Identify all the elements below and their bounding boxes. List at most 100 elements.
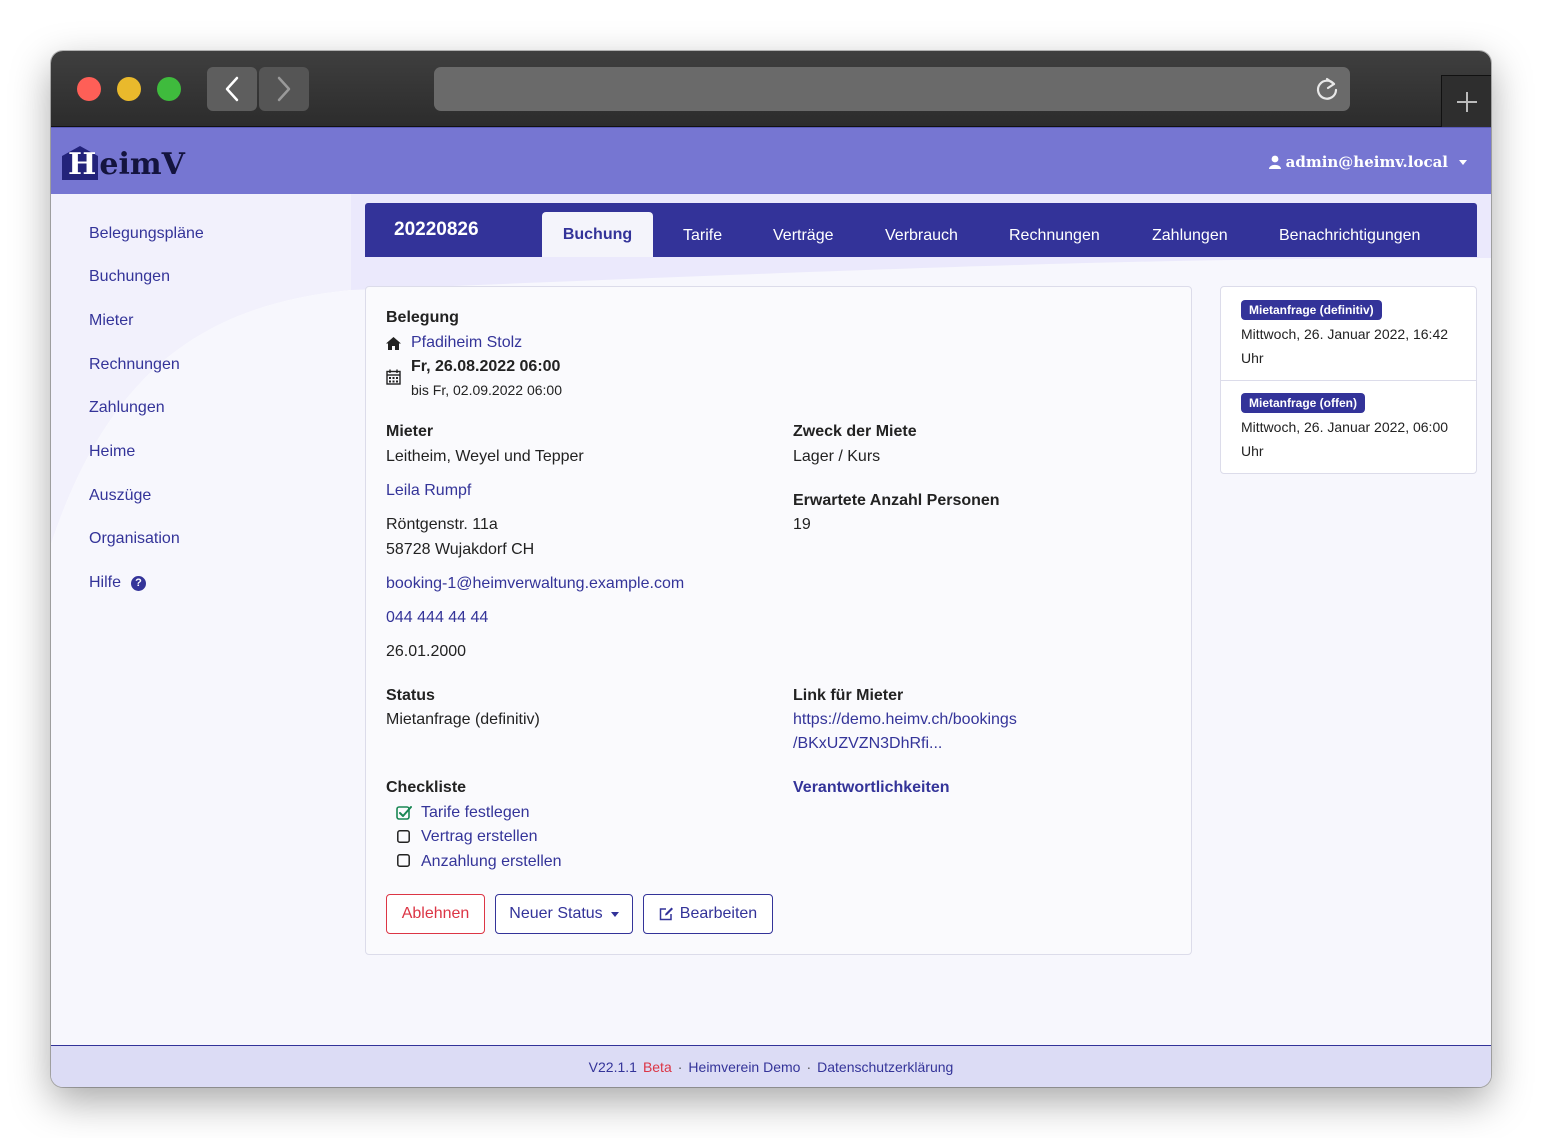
sidebar-item-label: Belegungspläne <box>89 225 204 242</box>
purpose-value: Lager / Kurs <box>793 448 881 465</box>
tab-verbrauch[interactable]: Verbrauch <box>885 227 958 245</box>
tenant-email-link[interactable]: booking-1@heimverwaltung.example.com <box>386 575 684 593</box>
sidebar-item-label: Zahlungen <box>89 399 165 416</box>
checklist-item-link[interactable]: Vertrag erstellen <box>421 828 538 846</box>
edit-button[interactable]: Bearbeiten <box>643 894 773 934</box>
occupancy-end: bis Fr, 02.09.2022 06:00 <box>411 382 562 398</box>
tenant-link-label: Link für Mieter <box>793 687 904 704</box>
new-status-button-label: Neuer Status <box>509 905 603 922</box>
forward-button[interactable] <box>259 67 309 111</box>
log-timestamp-line1: Mittwoch, 26. Januar 2022, 06:00 <box>1241 419 1449 435</box>
logo-text-rest: eimV <box>99 147 185 182</box>
sidebar-item-hilfe[interactable]: Hilfe ? <box>89 574 147 592</box>
sidebar-item-buchungen[interactable]: Buchungen <box>89 268 170 286</box>
sidebar-item-label: Heime <box>89 443 136 460</box>
reload-icon[interactable] <box>1314 76 1340 102</box>
status-badge: Mietanfrage (definitiv) <box>1241 300 1382 320</box>
address-bar[interactable] <box>434 67 1350 111</box>
sidebar-item-organisation[interactable]: Organisation <box>89 530 180 548</box>
home-icon <box>386 337 401 350</box>
tab-zahlungen[interactable]: Zahlungen <box>1152 227 1228 245</box>
sidebar-item-label: Organisation <box>89 530 180 547</box>
footer-separator: · <box>677 1058 683 1075</box>
log-timestamp-line1: Mittwoch, 26. Januar 2022, 16:42 <box>1241 326 1449 342</box>
log-timestamp: Mittwoch, 26. Januar 2022, 16:42 Uhr <box>1241 322 1456 370</box>
main-content: 20220826 Buchung Tarife Verträge Verbrau… <box>351 194 1491 1045</box>
tenant-name-link[interactable]: Leila Rumpf <box>386 482 471 500</box>
sidebar-item-belegungsplaene[interactable]: Belegungspläne <box>89 225 204 243</box>
chevron-right-icon <box>277 76 291 102</box>
log-timestamp-line2: Uhr <box>1241 443 1264 459</box>
version-text: V22.1.1 <box>588 1058 637 1075</box>
user-menu[interactable]: admin@heimv.local <box>1268 153 1467 171</box>
plus-icon <box>1456 91 1477 112</box>
tab-vertraege[interactable]: Verträge <box>773 227 833 245</box>
caret-down-icon <box>610 911 619 917</box>
heimv-logo[interactable]: H eimV <box>62 144 185 182</box>
user-icon <box>1268 155 1281 169</box>
sidebar-item-label: Rechnungen <box>89 356 180 373</box>
reject-button-label: Ablehnen <box>401 905 470 922</box>
tenant-phone-link[interactable]: 044 444 44 44 <box>386 609 488 627</box>
reject-button[interactable]: Ablehnen <box>386 894 485 934</box>
chevron-left-icon <box>225 76 239 102</box>
sidebar-item-heime[interactable]: Heime <box>89 443 135 461</box>
back-button[interactable] <box>207 67 257 111</box>
privacy-link[interactable]: Datenschutzerklärung <box>817 1059 953 1075</box>
log-timestamp: Mittwoch, 26. Januar 2022, 06:00 Uhr <box>1241 415 1456 463</box>
sidebar-item-zahlungen[interactable]: Zahlungen <box>89 399 165 417</box>
tenant-link-line2[interactable]: /BKxUZVZN3DhRfi... <box>793 735 942 753</box>
logo-letter-h: H <box>68 147 97 182</box>
close-window-button[interactable] <box>77 77 101 101</box>
browser-titlebar <box>51 51 1491 127</box>
persons-label: Erwartete Anzahl Personen <box>793 492 1000 509</box>
user-email: admin@heimv.local <box>1285 153 1448 171</box>
home-link[interactable]: Pfadiheim Stolz <box>411 334 522 352</box>
tenant-link-line1[interactable]: https://demo.heimv.ch/bookings <box>793 711 1017 729</box>
log-entry: Mietanfrage (definitiv) Mittwoch, 26. Ja… <box>1221 300 1476 370</box>
tenant-city: 58728 Wujakdorf CH <box>386 541 535 558</box>
browser-window: H eimV admin@heimv.local Belegungspläne … <box>51 51 1491 1087</box>
log-divider <box>1221 380 1476 381</box>
app-navbar: H eimV admin@heimv.local <box>51 127 1491 194</box>
checklist-item-link[interactable]: Anzahlung erstellen <box>421 853 562 871</box>
tenant-birthdate: 26.01.2000 <box>386 643 467 660</box>
tenant-street: Röntgenstr. 11a <box>386 516 498 533</box>
sidebar-item-rechnungen[interactable]: Rechnungen <box>89 356 180 374</box>
sidebar: Belegungspläne Buchungen Mieter Rechnung… <box>51 194 351 1045</box>
organisation-link[interactable]: Heimverein Demo <box>688 1059 800 1075</box>
sidebar-item-mieter[interactable]: Mieter <box>89 312 133 330</box>
checklist-label: Checkliste <box>386 779 467 796</box>
maximize-window-button[interactable] <box>157 77 181 101</box>
status-label: Status <box>386 687 435 704</box>
beta-badge: Beta <box>642 1058 672 1075</box>
new-tab-button[interactable] <box>1441 75 1491 127</box>
edit-icon <box>659 907 673 921</box>
log-timestamp-line2: Uhr <box>1241 350 1264 366</box>
purpose-label: Zweck der Miete <box>793 423 917 440</box>
tab-tarife[interactable]: Tarife <box>683 227 722 245</box>
new-status-button[interactable]: Neuer Status <box>495 894 633 934</box>
tenant-organisation: Leitheim, Weyel und Tepper <box>386 448 584 465</box>
sidebar-item-auszuege[interactable]: Auszüge <box>89 487 151 505</box>
sidebar-item-label: Mieter <box>89 312 134 329</box>
footer-separator: · <box>806 1058 812 1075</box>
calendar-icon <box>386 369 401 385</box>
responsibilities-link[interactable]: Verantwortlichkeiten <box>793 779 950 797</box>
checklist-item-link[interactable]: Tarife festlegen <box>421 804 530 822</box>
question-circle-icon: ? <box>131 575 147 591</box>
tab-benachrichtigungen[interactable]: Benachrichtigungen <box>1279 227 1420 245</box>
minimize-window-button[interactable] <box>117 77 141 101</box>
edit-button-label: Bearbeiten <box>679 905 758 922</box>
status-log: Mietanfrage (definitiv) Mittwoch, 26. Ja… <box>1220 286 1477 474</box>
occupancy-label: Belegung <box>386 309 459 326</box>
status-badge: Mietanfrage (offen) <box>1241 393 1365 413</box>
tab-rechnungen[interactable]: Rechnungen <box>1009 227 1100 245</box>
tab-buchung[interactable]: Buchung <box>542 212 653 257</box>
unchecked-square-icon <box>397 854 410 867</box>
checked-square-icon <box>396 806 412 820</box>
caret-down-icon <box>1459 159 1467 165</box>
sidebar-item-label: Buchungen <box>89 268 170 285</box>
booking-number: 20220826 <box>394 219 479 240</box>
unchecked-square-icon <box>397 830 410 843</box>
